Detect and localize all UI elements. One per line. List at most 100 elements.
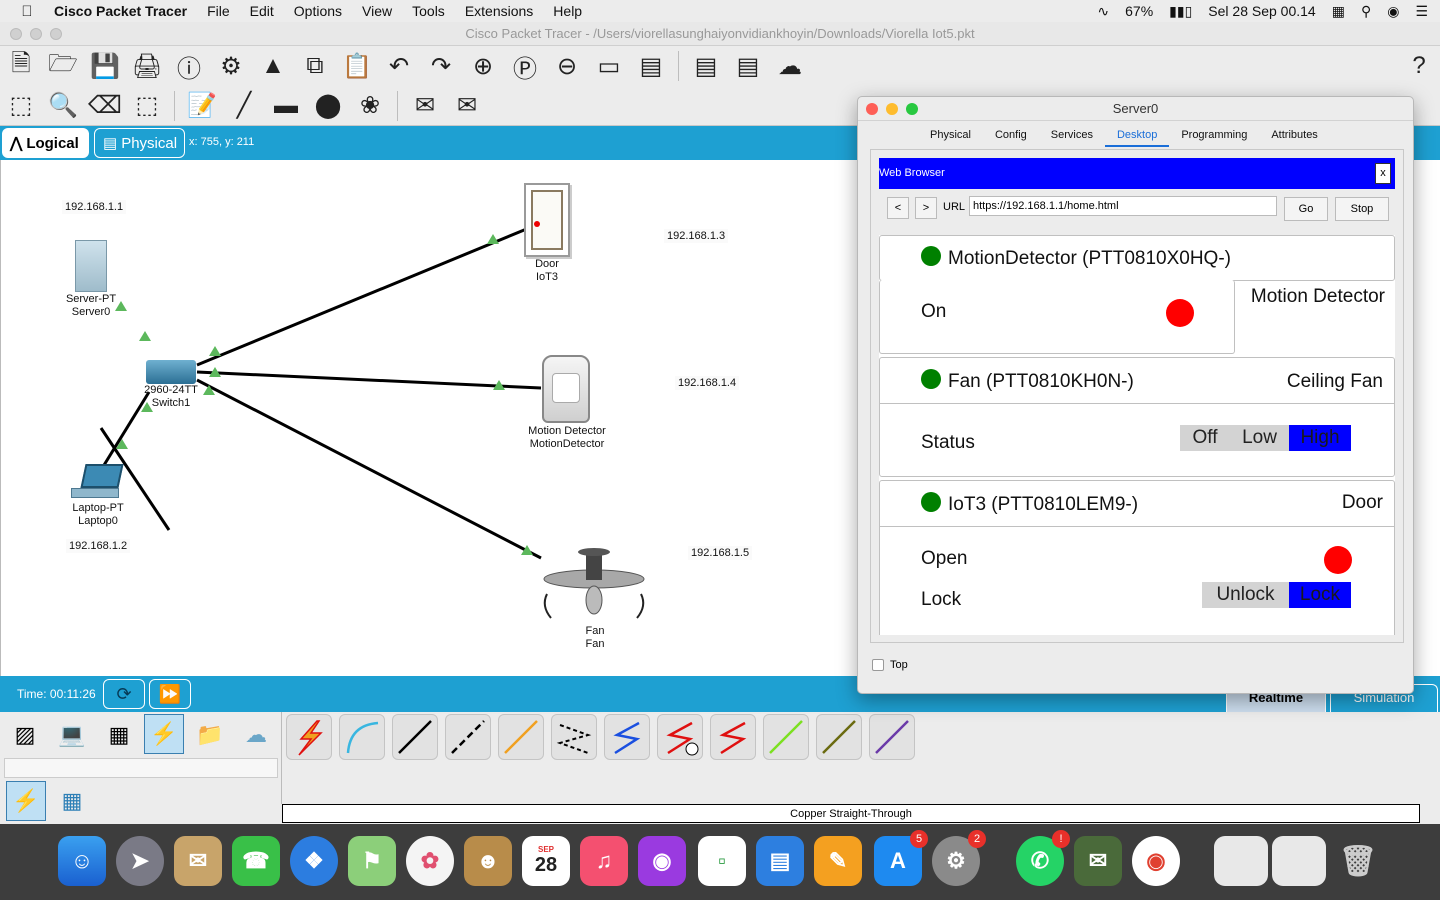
window-zoom-button[interactable] [50,28,62,40]
print-icon[interactable]: 🖨 [126,48,168,84]
end-devices-icon[interactable]: 💻 [52,715,92,755]
cable-iot[interactable] [816,714,862,760]
tab-config[interactable]: Config [983,125,1039,147]
motion-detector-icon[interactable] [542,355,590,423]
facetime-icon[interactable]: ☎ [232,836,280,886]
cable-serial-dte[interactable] [710,714,756,760]
cable-phone[interactable] [551,714,597,760]
tab-services[interactable]: Services [1039,125,1105,147]
resize-icon[interactable]: ⬚ [126,88,168,124]
server-window-minimize-button[interactable] [886,103,898,115]
browser-go-button[interactable]: Go [1284,197,1328,221]
save-icon[interactable]: 💾 [84,48,126,84]
connections-icon[interactable]: ⚡ [144,714,184,754]
cable-octal[interactable] [763,714,809,760]
ceiling-fan-icon[interactable] [537,546,651,626]
menu-help[interactable]: Help [543,3,592,19]
browser-stop-button[interactable]: Stop [1335,197,1389,221]
menu-view[interactable]: View [352,3,402,19]
mail-icon[interactable]: ✉ [174,836,222,886]
trash-icon[interactable]: 🗑 [1334,836,1382,886]
maps-icon[interactable]: ⚑ [348,836,396,886]
add-simple-pdu-icon[interactable]: ✉ [404,88,446,124]
zoom-in-icon[interactable]: ⊕ [462,48,504,84]
zoom-out-icon[interactable]: ⊖ [546,48,588,84]
cable-console[interactable] [339,714,385,760]
cable-serial-dce[interactable] [657,714,703,760]
link-switch-motion[interactable] [196,370,542,390]
components-icon[interactable]: ▦ [99,715,139,755]
window-minimize-button[interactable] [30,28,42,40]
spotlight-search-icon[interactable]: ⚲ [1361,3,1371,20]
packet-tracer-icon[interactable]: ✉ [1074,836,1122,886]
zoom-reset-icon[interactable]: Ⓟ [504,48,546,84]
siri-icon[interactable]: ◉ [1387,3,1399,20]
numbers-icon[interactable]: ▫ [698,836,746,886]
apple-icon[interactable]:  [0,3,54,20]
server-window-zoom-button[interactable] [906,103,918,115]
redo-icon[interactable]: ↷ [420,48,462,84]
menu-options[interactable]: Options [284,3,352,19]
web-browser-close-button[interactable]: x [1375,163,1391,184]
activity-wizard-icon[interactable]: ▲ [252,48,294,84]
top-checkbox-box[interactable] [872,659,884,671]
pdu-list-icon[interactable]: ▤ [685,48,727,84]
finder-icon[interactable]: ☺ [58,836,106,886]
calendar-app-icon[interactable]: SEP 28 [522,836,570,886]
custom-device-icon[interactable]: ▤ [630,48,672,84]
music-icon[interactable]: ♫ [580,836,628,886]
cloud-window-icon[interactable]: ☁ [769,48,811,84]
browser-forward-button[interactable]: > [915,197,937,219]
structured-cabling-icon[interactable]: ▦ [52,781,92,821]
fan-high-button[interactable]: High [1289,425,1351,451]
whatsapp-icon[interactable]: ✆! [1016,830,1070,886]
app-store-icon[interactable]: A5 [874,830,928,886]
fast-forward-button[interactable]: ⏩ [149,679,191,709]
podcasts-icon[interactable]: ◉ [638,836,686,886]
door-icon[interactable] [524,183,570,257]
door-unlock-button[interactable]: Unlock [1202,582,1289,608]
power-cycle-button[interactable]: ⟳ [103,679,145,709]
chrome-icon[interactable]: ◉ [1132,836,1180,886]
menu-extensions[interactable]: Extensions [455,3,543,19]
new-file-icon[interactable]: 🗎 [0,48,42,84]
undo-icon[interactable]: ↶ [378,48,420,84]
contacts-icon[interactable]: ☻ [464,836,512,886]
keynote-icon[interactable]: ▤ [756,836,804,886]
tab-desktop[interactable]: Desktop [1104,125,1170,147]
battery-percent[interactable]: 67% [1125,3,1153,19]
miscellaneous-icon[interactable]: 📁 [190,715,230,755]
tab-logical[interactable]: ⋀ Logical [2,128,89,158]
help-icon[interactable]: ? [1398,48,1440,84]
cable-coaxial[interactable] [604,714,650,760]
tab-physical[interactable]: ▤ Physical [94,128,185,158]
recent-window-thumbnail-2[interactable] [1272,836,1326,886]
tab-physical-config[interactable]: Physical [918,125,983,147]
select-icon[interactable]: ⬚ [0,88,42,124]
cable-automatic[interactable] [286,714,332,760]
app-menu[interactable]: Cisco Packet Tracer [54,3,197,19]
add-complex-pdu-icon[interactable]: ✉ [446,88,488,124]
wifi-icon[interactable]: ∿ [1097,3,1109,20]
photos-icon[interactable]: ✿ [406,836,454,886]
fan-low-button[interactable]: Low [1230,425,1289,451]
notification-center-icon[interactable]: ☰ [1415,3,1428,20]
drawing-palette-icon[interactable]: ▭ [588,48,630,84]
delete-icon[interactable]: ⌫ [84,88,126,124]
fan-off-button[interactable]: Off [1180,425,1230,451]
network-wizard-icon[interactable]: ⚙ [210,48,252,84]
network-devices-icon[interactable]: ▨ [5,715,45,755]
link-switch-fan[interactable] [196,378,542,560]
copy-icon[interactable]: ⧉ [294,48,336,84]
system-preferences-icon[interactable]: ⚙ 2 [932,830,986,886]
safari-icon[interactable]: ❖ [290,836,338,886]
device-search-field[interactable] [4,758,278,778]
menu-edit[interactable]: Edit [240,3,284,19]
inspect-icon[interactable]: 🔍 [42,88,84,124]
door-lock-button[interactable]: Lock [1289,582,1351,608]
switch-icon[interactable] [146,360,196,384]
draw-ellipse-icon[interactable]: ⬤ [307,88,349,124]
motion-card-header[interactable]: MotionDetector (PTT0810X0HQ-) [879,235,1395,281]
info-icon[interactable]: ⓘ [168,48,210,84]
browser-back-button[interactable]: < [887,197,909,219]
